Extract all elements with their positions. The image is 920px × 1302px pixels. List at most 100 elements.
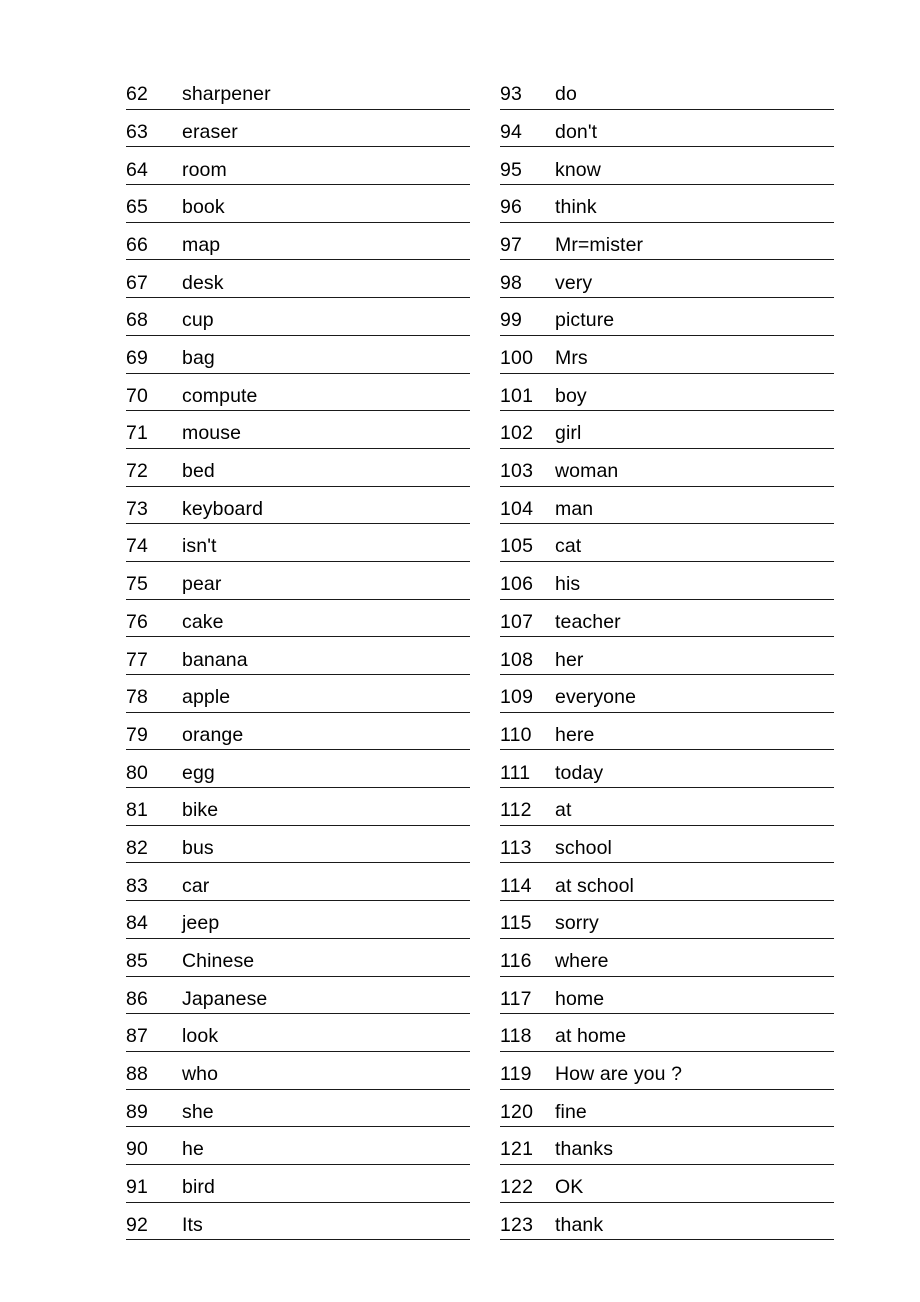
vocabulary-row-word: car bbox=[182, 874, 210, 897]
vocabulary-row-word: eraser bbox=[182, 120, 238, 143]
vocabulary-row[interactable]: 62 sharpener bbox=[126, 72, 470, 110]
vocabulary-row-word: orange bbox=[182, 723, 244, 746]
vocabulary-row-number: 100 bbox=[500, 347, 534, 369]
vocabulary-row[interactable]: 83 car bbox=[126, 863, 470, 902]
vocabulary-row[interactable]: 101 boy bbox=[500, 374, 834, 412]
vocabulary-row-number: 122 bbox=[500, 1176, 534, 1199]
vocabulary-row[interactable]: 99 picture bbox=[500, 298, 834, 336]
vocabulary-row-word: thanks bbox=[555, 1138, 614, 1161]
vocabulary-row[interactable]: 78 apple bbox=[126, 675, 470, 713]
vocabulary-row-number: 71 bbox=[126, 422, 149, 445]
vocabulary-row-number: 75 bbox=[126, 573, 149, 596]
vocabulary-row-word: he bbox=[182, 1138, 204, 1161]
vocabulary-row[interactable]: 109 everyone bbox=[500, 675, 834, 713]
vocabulary-row-word: How are you ? bbox=[555, 1063, 683, 1086]
vocabulary-row-number: 110 bbox=[500, 723, 532, 746]
vocabulary-row-number: 111 bbox=[500, 761, 531, 784]
vocabulary-row[interactable]: 63 eraser bbox=[126, 110, 470, 148]
vocabulary-row[interactable]: 97 Mr=mister bbox=[500, 223, 834, 261]
vocabulary-row[interactable]: 112 at bbox=[500, 788, 834, 826]
vocabulary-row-number: 73 bbox=[126, 497, 149, 520]
vocabulary-row[interactable]: 111 today bbox=[500, 750, 834, 789]
vocabulary-row[interactable]: 104 man bbox=[500, 487, 834, 525]
vocabulary-row[interactable]: 77 banana bbox=[126, 637, 470, 675]
vocabulary-row[interactable]: 113 school bbox=[500, 826, 834, 864]
vocabulary-row-number: 99 bbox=[500, 309, 523, 332]
vocabulary-row[interactable]: 122 OK bbox=[500, 1165, 834, 1203]
vocabulary-row-word: she bbox=[182, 1100, 214, 1123]
vocabulary-row[interactable]: 87 look bbox=[126, 1014, 470, 1052]
vocabulary-row[interactable]: 80 egg bbox=[126, 750, 470, 789]
vocabulary-row[interactable]: 68 cup bbox=[126, 298, 470, 336]
vocabulary-column-left: 62 sharpener 63 eraser 64 room 65 book 66 map 67 de… bbox=[126, 72, 470, 1241]
vocabulary-row[interactable]: 90 he bbox=[126, 1127, 470, 1165]
vocabulary-row[interactable]: 89 she bbox=[126, 1090, 470, 1128]
vocabulary-row[interactable]: 81 bike bbox=[126, 788, 470, 826]
vocabulary-row[interactable]: 119 How are you ? bbox=[500, 1052, 834, 1090]
vocabulary-row[interactable]: 95 know bbox=[500, 147, 834, 186]
vocabulary-columns: 62 sharpener 63 eraser 64 room 65 book 66 map 67 de… bbox=[126, 72, 834, 1241]
vocabulary-row-number: 70 bbox=[126, 384, 149, 407]
vocabulary-row[interactable]: 114 at school bbox=[500, 863, 834, 902]
vocabulary-row[interactable]: 70 compute bbox=[126, 374, 470, 412]
vocabulary-row[interactable]: 106 his bbox=[500, 562, 834, 600]
vocabulary-row[interactable]: 93 do bbox=[500, 72, 834, 110]
vocabulary-row[interactable]: 118 at home bbox=[500, 1014, 834, 1052]
vocabulary-row[interactable]: 103 woman bbox=[500, 449, 834, 487]
vocabulary-row[interactable]: 69 bag bbox=[126, 336, 470, 374]
vocabulary-row[interactable]: 71 mouse bbox=[126, 411, 470, 449]
vocabulary-row[interactable]: 85 Chinese bbox=[126, 939, 470, 977]
vocabulary-row[interactable]: 121 thanks bbox=[500, 1127, 834, 1165]
vocabulary-row-number: 120 bbox=[500, 1100, 534, 1123]
vocabulary-row[interactable]: 98 very bbox=[500, 260, 834, 299]
vocabulary-row-number: 89 bbox=[126, 1100, 149, 1123]
vocabulary-row-number: 115 bbox=[500, 912, 532, 935]
vocabulary-row[interactable]: 72 bed bbox=[126, 449, 470, 487]
vocabulary-row-number: 123 bbox=[500, 1213, 534, 1236]
vocabulary-row[interactable]: 116 where bbox=[500, 939, 834, 977]
vocabulary-row[interactable]: 107 teacher bbox=[500, 600, 834, 638]
vocabulary-row[interactable]: 110 here bbox=[500, 713, 834, 751]
vocabulary-row-word: sharpener bbox=[182, 83, 271, 106]
vocabulary-row[interactable]: 91 bird bbox=[126, 1165, 470, 1203]
vocabulary-row-word: banana bbox=[182, 648, 248, 671]
vocabulary-row-number: 103 bbox=[500, 460, 534, 483]
vocabulary-row-number: 106 bbox=[500, 573, 534, 596]
vocabulary-row-number: 102 bbox=[500, 422, 534, 445]
vocabulary-row[interactable]: 88 who bbox=[126, 1052, 470, 1090]
vocabulary-row-word: bag bbox=[182, 347, 215, 369]
vocabulary-row-number: 114 bbox=[500, 874, 532, 897]
vocabulary-row[interactable]: 74 isn't bbox=[126, 524, 470, 562]
vocabulary-row[interactable]: 96 think bbox=[500, 185, 834, 223]
vocabulary-row[interactable]: 75 pear bbox=[126, 562, 470, 600]
vocabulary-row-number: 109 bbox=[500, 686, 534, 709]
vocabulary-row[interactable]: 105 cat bbox=[500, 524, 834, 562]
vocabulary-row[interactable]: 67 desk bbox=[126, 260, 470, 299]
vocabulary-row[interactable]: 73 keyboard bbox=[126, 487, 470, 525]
vocabulary-row-number: 62 bbox=[126, 83, 149, 106]
vocabulary-row-word: picture bbox=[555, 309, 615, 332]
vocabulary-row[interactable]: 92 Its bbox=[126, 1203, 470, 1241]
vocabulary-row[interactable]: 79 orange bbox=[126, 713, 470, 751]
vocabulary-row[interactable]: 66 map bbox=[126, 223, 470, 261]
vocabulary-row[interactable]: 65 book bbox=[126, 185, 470, 223]
vocabulary-row[interactable]: 86 Japanese bbox=[126, 977, 470, 1015]
vocabulary-row[interactable]: 108 her bbox=[500, 637, 834, 675]
vocabulary-row-number: 72 bbox=[126, 460, 149, 483]
vocabulary-row-word: know bbox=[555, 158, 601, 181]
vocabulary-row-word: who bbox=[182, 1063, 219, 1086]
vocabulary-row[interactable]: 117 home bbox=[500, 977, 834, 1015]
vocabulary-row[interactable]: 94 don't bbox=[500, 110, 834, 148]
vocabulary-row[interactable]: 76 cake bbox=[126, 600, 470, 638]
vocabulary-row-number: 86 bbox=[126, 987, 149, 1010]
vocabulary-row[interactable]: 82 bus bbox=[126, 826, 470, 864]
vocabulary-row[interactable]: 64 room bbox=[126, 147, 470, 186]
vocabulary-row[interactable]: 100 Mrs bbox=[500, 336, 834, 374]
vocabulary-row[interactable]: 123 thank bbox=[500, 1203, 834, 1241]
vocabulary-row[interactable]: 115 sorry bbox=[500, 901, 834, 939]
vocabulary-row[interactable]: 120 fine bbox=[500, 1090, 834, 1128]
vocabulary-row[interactable]: 102 girl bbox=[500, 411, 834, 449]
vocabulary-row[interactable]: 84 jeep bbox=[126, 901, 470, 939]
vocabulary-row-word: very bbox=[555, 271, 593, 294]
vocabulary-row-word: jeep bbox=[182, 912, 220, 935]
